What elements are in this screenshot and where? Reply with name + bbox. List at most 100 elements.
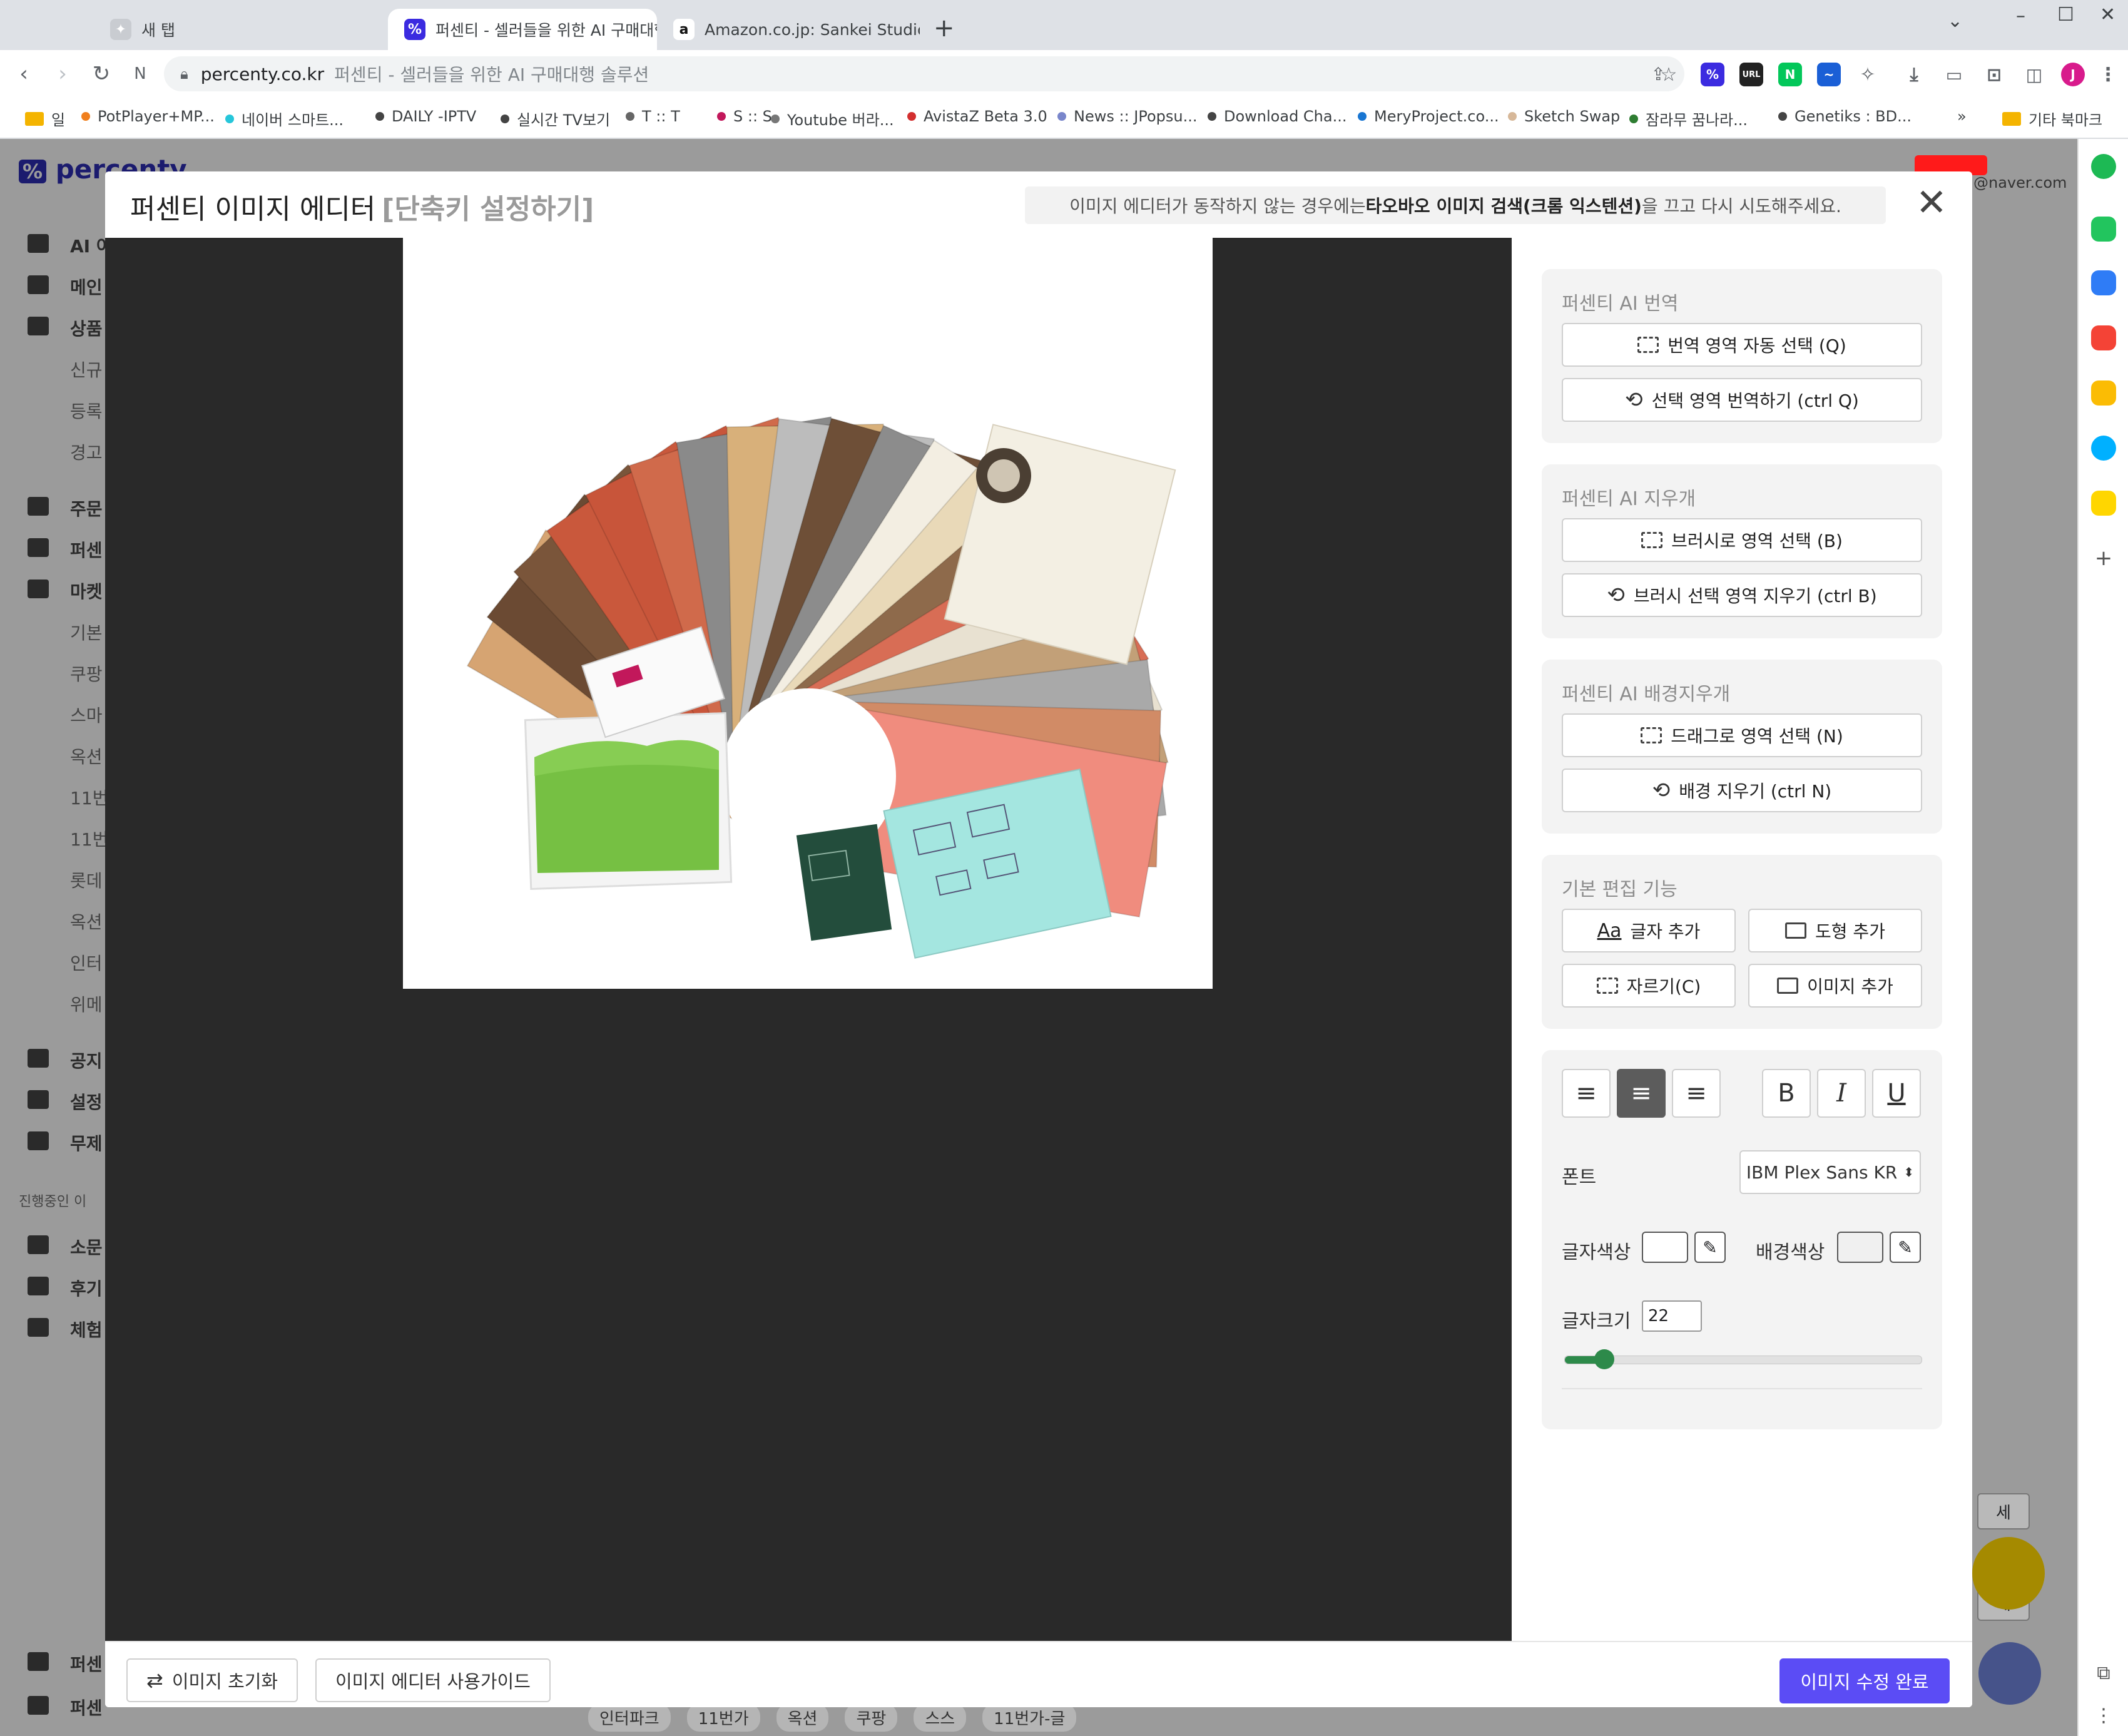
font-select-value: IBM Plex Sans KR: [1746, 1162, 1898, 1183]
maximize-icon[interactable]: ☐: [2057, 4, 2074, 26]
editor-canvas[interactable]: [105, 238, 1512, 1641]
text-color-label: 글자색상: [1562, 1242, 1631, 1264]
bookmark-item[interactable]: Sketch Swap: [1508, 108, 1620, 125]
product-photo[interactable]: [403, 238, 1213, 989]
bookmark-label: Genetiks : BD...: [1795, 108, 1912, 125]
align-left-icon: ≡: [1576, 1079, 1597, 1108]
address-bar[interactable]: 🔒︎ percenty.co.kr 퍼센티 - 셀러들을 위한 AI 구매대행 …: [164, 56, 1684, 91]
shortcut-settings-link[interactable]: [단축키 설정하기]: [382, 193, 594, 225]
tab-title: 새 탭: [141, 21, 175, 39]
screenshot-icon[interactable]: ⊡: [1982, 63, 2006, 86]
add-text-button[interactable]: Aa 글자 추가: [1562, 909, 1736, 952]
bookmark-item[interactable]: 네이버 스마트...: [225, 108, 344, 130]
side-app-icon[interactable]: [2091, 217, 2116, 242]
window-close-icon[interactable]: ✕: [2100, 4, 2115, 26]
side-app-icon[interactable]: [2091, 436, 2116, 461]
side-app-icon[interactable]: [2091, 325, 2116, 350]
bg-sidebar-item: 상품: [70, 319, 103, 339]
align-left-button[interactable]: ≡: [1562, 1069, 1611, 1118]
font-size-slider-thumb[interactable]: [1594, 1349, 1614, 1369]
brush-erase-area-button[interactable]: ⟲ 브러시 선택 영역 지우기 (ctrl B): [1562, 573, 1922, 617]
side-app-icon[interactable]: [2091, 154, 2116, 179]
percenty-ext-icon[interactable]: %: [1701, 63, 1724, 86]
notice-bold: 타오바오 이미지 검색(크롬 익스텐션): [1365, 196, 1642, 217]
bookmark-item[interactable]: T :: T: [626, 108, 680, 125]
dark-green-sheet: [796, 824, 892, 941]
font-size-slider[interactable]: [1564, 1349, 1922, 1369]
bookmark-item[interactable]: DAILY -IPTV: [375, 108, 476, 125]
chatbot-icon[interactable]: [1978, 1642, 2041, 1705]
side-app-icon[interactable]: [2091, 491, 2116, 516]
editor-guide-button[interactable]: 이미지 에디터 사용가이드: [315, 1658, 551, 1702]
forward-arrow-icon[interactable]: ›: [48, 59, 78, 89]
bookmarks-overflow-button[interactable]: »: [1957, 108, 1967, 125]
align-right-button[interactable]: ≡: [1672, 1069, 1721, 1118]
finish-editing-button[interactable]: 이미지 수정 완료: [1779, 1658, 1950, 1703]
naver-ext-icon[interactable]: N: [1778, 63, 1802, 86]
back-arrow-icon[interactable]: ‹: [9, 59, 39, 89]
menu-kebab-icon[interactable]: ⋮: [2096, 63, 2120, 86]
side-app-icon[interactable]: [2091, 380, 2116, 406]
reset-image-button[interactable]: ⇄ 이미지 초기화: [126, 1658, 298, 1702]
bookmark-item[interactable]: MeryProject.co...: [1358, 108, 1499, 125]
font-label: 폰트: [1562, 1167, 1597, 1188]
bg-color-swatch[interactable]: [1837, 1232, 1883, 1263]
auto-select-translate-area-button[interactable]: 번역 영역 자동 선택 (Q): [1562, 323, 1922, 367]
open-external-icon[interactable]: ⧉: [2091, 1661, 2116, 1686]
chat-bubble-icon[interactable]: [1972, 1537, 2045, 1610]
align-center-button[interactable]: ≡: [1617, 1069, 1666, 1118]
bg-color-eyedropper-icon[interactable]: ✎: [1890, 1232, 1921, 1263]
bookmark-item[interactable]: Download Cha...: [1208, 108, 1347, 125]
wave-ext-icon[interactable]: ~: [1817, 63, 1841, 86]
bookmark-item[interactable]: Genetiks : BD...: [1778, 108, 1912, 125]
side-app-icon[interactable]: [2091, 270, 2116, 295]
reload-icon[interactable]: ↻: [86, 59, 116, 89]
side-kebab-icon[interactable]: ⋮: [2091, 1703, 2116, 1728]
add-image-button[interactable]: 이미지 추가: [1748, 964, 1922, 1008]
tab-amazon[interactable]: a Amazon.co.jp: Sankei Studio Ghibli: [657, 9, 920, 50]
side-panel-icon[interactable]: ◫: [2022, 63, 2046, 86]
brush-select-area-button[interactable]: 브러시로 영역 선택 (B): [1562, 518, 1922, 562]
bookmark-item[interactable]: Youtube 버라...: [771, 108, 894, 130]
new-tab-button[interactable]: +: [934, 14, 955, 43]
add-app-icon[interactable]: +: [2091, 546, 2116, 571]
font-select[interactable]: IBM Plex Sans KR ⬍: [1739, 1150, 1921, 1194]
modal-close-icon[interactable]: ✕: [1916, 184, 1947, 222]
minimize-icon[interactable]: –: [2016, 5, 2025, 27]
remove-background-button[interactable]: ⟲ 배경 지우기 (ctrl N): [1562, 768, 1922, 812]
bookmark-item[interactable]: S :: S: [717, 108, 772, 125]
add-shape-button[interactable]: 도형 추가: [1748, 909, 1922, 952]
text-color-swatch[interactable]: [1642, 1232, 1688, 1263]
naver-home-icon[interactable]: N: [125, 59, 155, 89]
drag-select-area-button[interactable]: 드래그로 영역 선택 (N): [1562, 713, 1922, 757]
bookmark-favicon-icon: [717, 112, 726, 121]
bookmark-favicon-icon: [1358, 112, 1367, 121]
underline-button[interactable]: U: [1872, 1069, 1921, 1118]
download-icon[interactable]: ⤓: [1902, 63, 1926, 86]
url-ext-icon[interactable]: URL: [1739, 63, 1763, 86]
cast-icon[interactable]: ▭: [1942, 63, 1966, 86]
other-bookmarks-folder[interactable]: 기타 북마크: [2002, 108, 2102, 130]
bookmark-item[interactable]: News :: JPopsu...: [1057, 108, 1198, 125]
bookmark-label: News :: JPopsu...: [1074, 108, 1198, 125]
font-size-input[interactable]: 22: [1642, 1300, 1702, 1332]
italic-button[interactable]: I: [1817, 1069, 1866, 1118]
tab-percenty[interactable]: % 퍼센티 - 셀러들을 위한 AI 구매대행 솔루션: [388, 9, 657, 50]
bg-sidebar-item: 기본: [70, 623, 103, 643]
tab-search-chevron-icon[interactable]: ⌄: [1947, 10, 1963, 32]
lock-icon: 🔒︎: [180, 65, 188, 83]
bold-button[interactable]: B: [1762, 1069, 1811, 1118]
bookmark-item[interactable]: 잠라무 꿈나라...: [1629, 108, 1748, 130]
bookmark-item[interactable]: AvistaZ Beta 3.0: [907, 108, 1047, 125]
extensions-puzzle-icon[interactable]: ✧: [1856, 63, 1880, 86]
bg-sidebar-icon: [28, 1235, 49, 1254]
bookmark-item[interactable]: PotPlayer+MP...: [81, 108, 215, 125]
profile-avatar[interactable]: J: [2061, 63, 2085, 86]
translate-selected-area-button[interactable]: ⟲ 선택 영역 번역하기 (ctrl Q): [1562, 378, 1922, 422]
bookmark-item[interactable]: 실시간 TV보기: [501, 108, 610, 130]
bookmark-star-icon[interactable]: ☆: [1657, 63, 1681, 86]
crop-button[interactable]: 자르기(C): [1562, 964, 1736, 1008]
tab-new-tab[interactable]: ✦ 새 탭: [94, 9, 388, 50]
bookmark-item[interactable]: 일: [25, 108, 65, 130]
text-color-eyedropper-icon[interactable]: ✎: [1694, 1232, 1726, 1263]
